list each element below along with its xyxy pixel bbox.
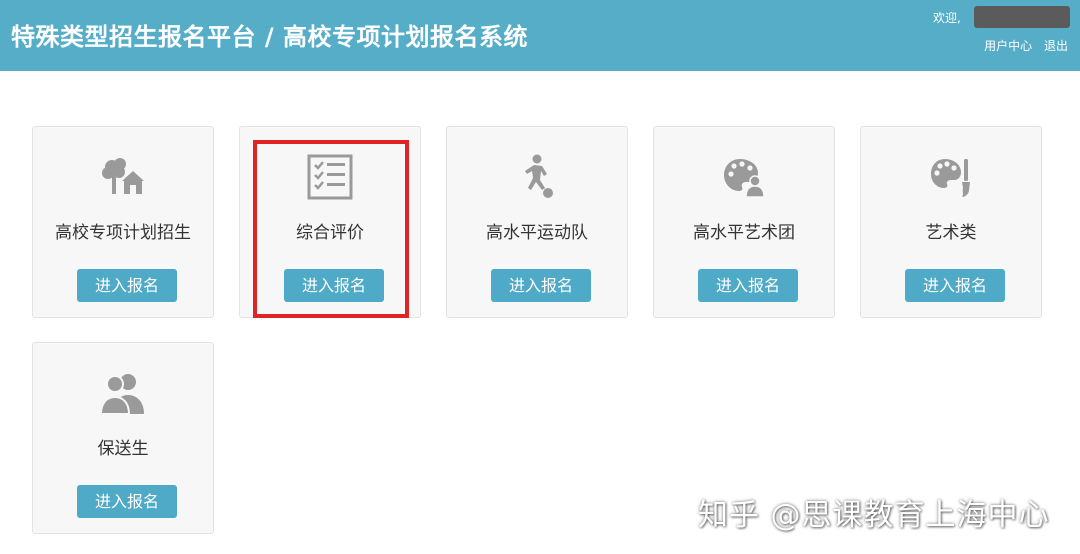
card-label: 艺术类 [925,223,977,243]
card-comprehensive-evaluation: 综合评价 进入报名 [239,126,421,318]
users-icon [33,369,213,417]
enroll-button[interactable]: 进入报名 [698,269,798,302]
page-title: 特殊类型招生报名平台 / 高校专项计划报名系统 [11,23,528,51]
top-header: 特殊类型招生报名平台 / 高校专项计划报名系统 欢迎, 用户中心 退出 [0,0,1080,71]
user-center-link[interactable]: 用户中心 [984,39,1032,53]
palette-person-icon [654,153,834,201]
card-recommended-admission: 保送生 进入报名 [32,342,214,534]
card-label: 高校专项计划招生 [55,223,191,243]
card-art-troupe: 高水平艺术团 进入报名 [653,126,835,318]
logout-link[interactable]: 退出 [1044,39,1068,53]
enroll-button[interactable]: 进入报名 [905,269,1005,302]
card-sports-team: 高水平运动队 进入报名 [446,126,628,318]
card-label: 保送生 [97,439,149,459]
redacted-username [974,6,1070,28]
palette-brush-icon [861,153,1041,201]
enroll-button[interactable]: 进入报名 [77,485,177,518]
enroll-button[interactable]: 进入报名 [284,269,384,302]
card-special-program: 高校专项计划招生 进入报名 [32,126,214,318]
checklist-icon [240,153,420,201]
enroll-button[interactable]: 进入报名 [77,269,177,302]
watermark: 知乎 @思课教育上海中心 [698,498,1050,533]
user-links: 用户中心 退出 [976,37,1068,54]
card-arts: 艺术类 进入报名 [860,126,1042,318]
welcome-text: 欢迎, [933,11,961,25]
card-label: 高水平运动队 [486,223,588,243]
runner-ball-icon [447,153,627,201]
enroll-button[interactable]: 进入报名 [491,269,591,302]
card-label: 综合评价 [296,223,364,243]
tree-house-icon [33,153,213,201]
card-label: 高水平艺术团 [693,223,795,243]
